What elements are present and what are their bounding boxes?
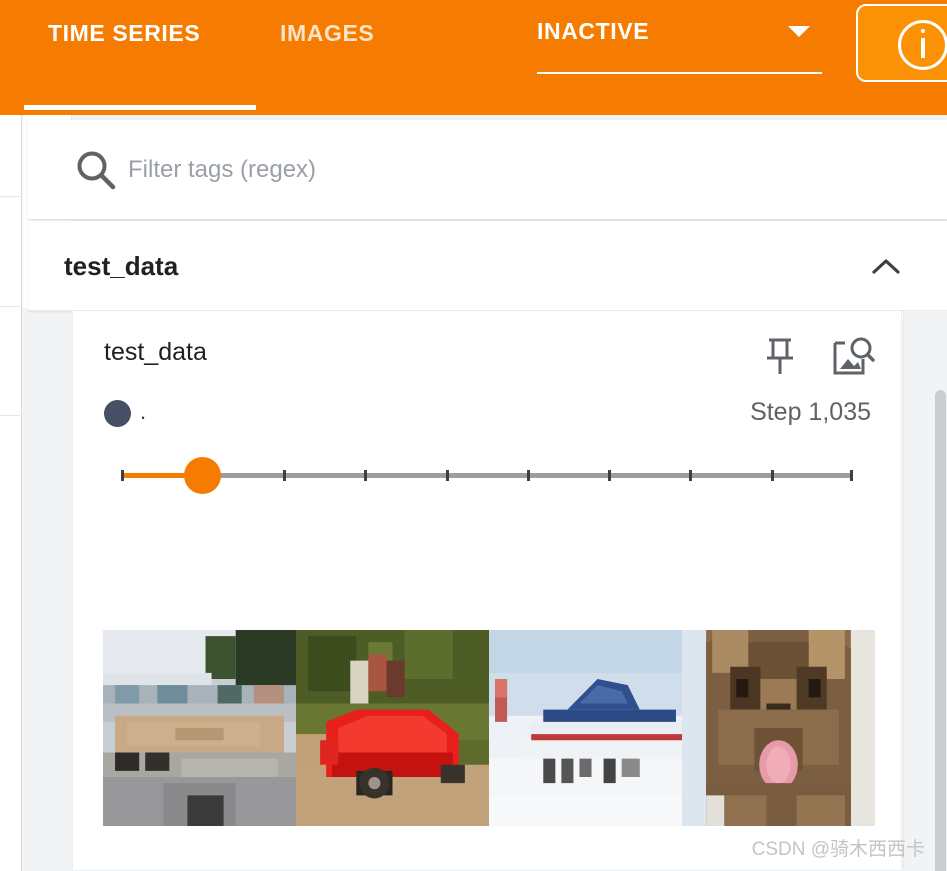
vertical-scrollbar[interactable] — [934, 120, 947, 871]
thumbnail-red-car[interactable] — [296, 630, 489, 826]
slider-tick — [608, 470, 611, 481]
slider-tick — [771, 470, 774, 481]
run-selector-value: INACTIVE — [537, 18, 650, 44]
run-color-dot — [104, 400, 131, 427]
run-name-label: . — [140, 399, 147, 424]
thumbnail-airplane[interactable] — [489, 630, 682, 826]
slider-tick — [527, 470, 530, 481]
run-selector-underline — [537, 72, 822, 74]
tag-group-header[interactable]: test_data — [28, 221, 947, 311]
tag-group-title: test_data — [64, 251, 179, 281]
filter-toolbar: All Scalars Image — [28, 120, 947, 319]
search-icon — [73, 147, 119, 193]
slider-thumb[interactable] — [184, 457, 221, 494]
step-slider[interactable] — [121, 456, 853, 496]
card-title: test_data — [104, 338, 207, 366]
watermark: CSDN @骑木西西卡 — [751, 839, 925, 860]
slider-track[interactable] — [121, 473, 853, 478]
chevron-up-icon[interactable] — [869, 251, 903, 285]
info-circle-icon — [898, 20, 947, 70]
thumbnail-dog[interactable] — [682, 630, 875, 826]
slider-tick — [689, 470, 692, 481]
image-search-icon[interactable] — [831, 335, 875, 379]
slider-tick — [446, 470, 449, 481]
scrollbar-thumb[interactable] — [935, 390, 946, 871]
run-legend-row: . Step 1,035 — [104, 397, 871, 433]
tab-images[interactable]: IMAGES — [280, 20, 374, 47]
sidebar-divider — [0, 415, 22, 416]
slider-tick — [364, 470, 367, 481]
slider-tick — [121, 470, 124, 481]
tab-time-series[interactable]: TIME SERIES — [48, 20, 200, 47]
app-header: TIME SERIES IMAGES INACTIVE — [0, 0, 947, 115]
info-button[interactable] — [856, 4, 947, 82]
image-strip — [103, 630, 875, 826]
collapsed-sidebar[interactable] — [0, 115, 22, 871]
slider-tick — [850, 470, 853, 481]
sidebar-divider — [0, 306, 22, 307]
step-label: Step 1,035 — [750, 398, 871, 426]
pin-icon[interactable] — [763, 335, 803, 379]
sidebar-divider — [0, 196, 22, 197]
card-action-group — [763, 335, 875, 379]
thumbnail-automobile[interactable] — [103, 630, 296, 826]
active-tab-indicator — [24, 105, 256, 110]
chevron-down-icon — [788, 26, 810, 37]
slider-tick — [283, 470, 286, 481]
image-card: test_data . Step 1,035 — [72, 311, 902, 871]
search-input[interactable] — [128, 150, 548, 190]
tensorboard-window: TIME SERIES IMAGES INACTIVE Filter tags … — [0, 0, 947, 871]
run-selector-dropdown[interactable]: INACTIVE — [537, 16, 822, 74]
content-left-gutter-lower — [23, 308, 72, 871]
